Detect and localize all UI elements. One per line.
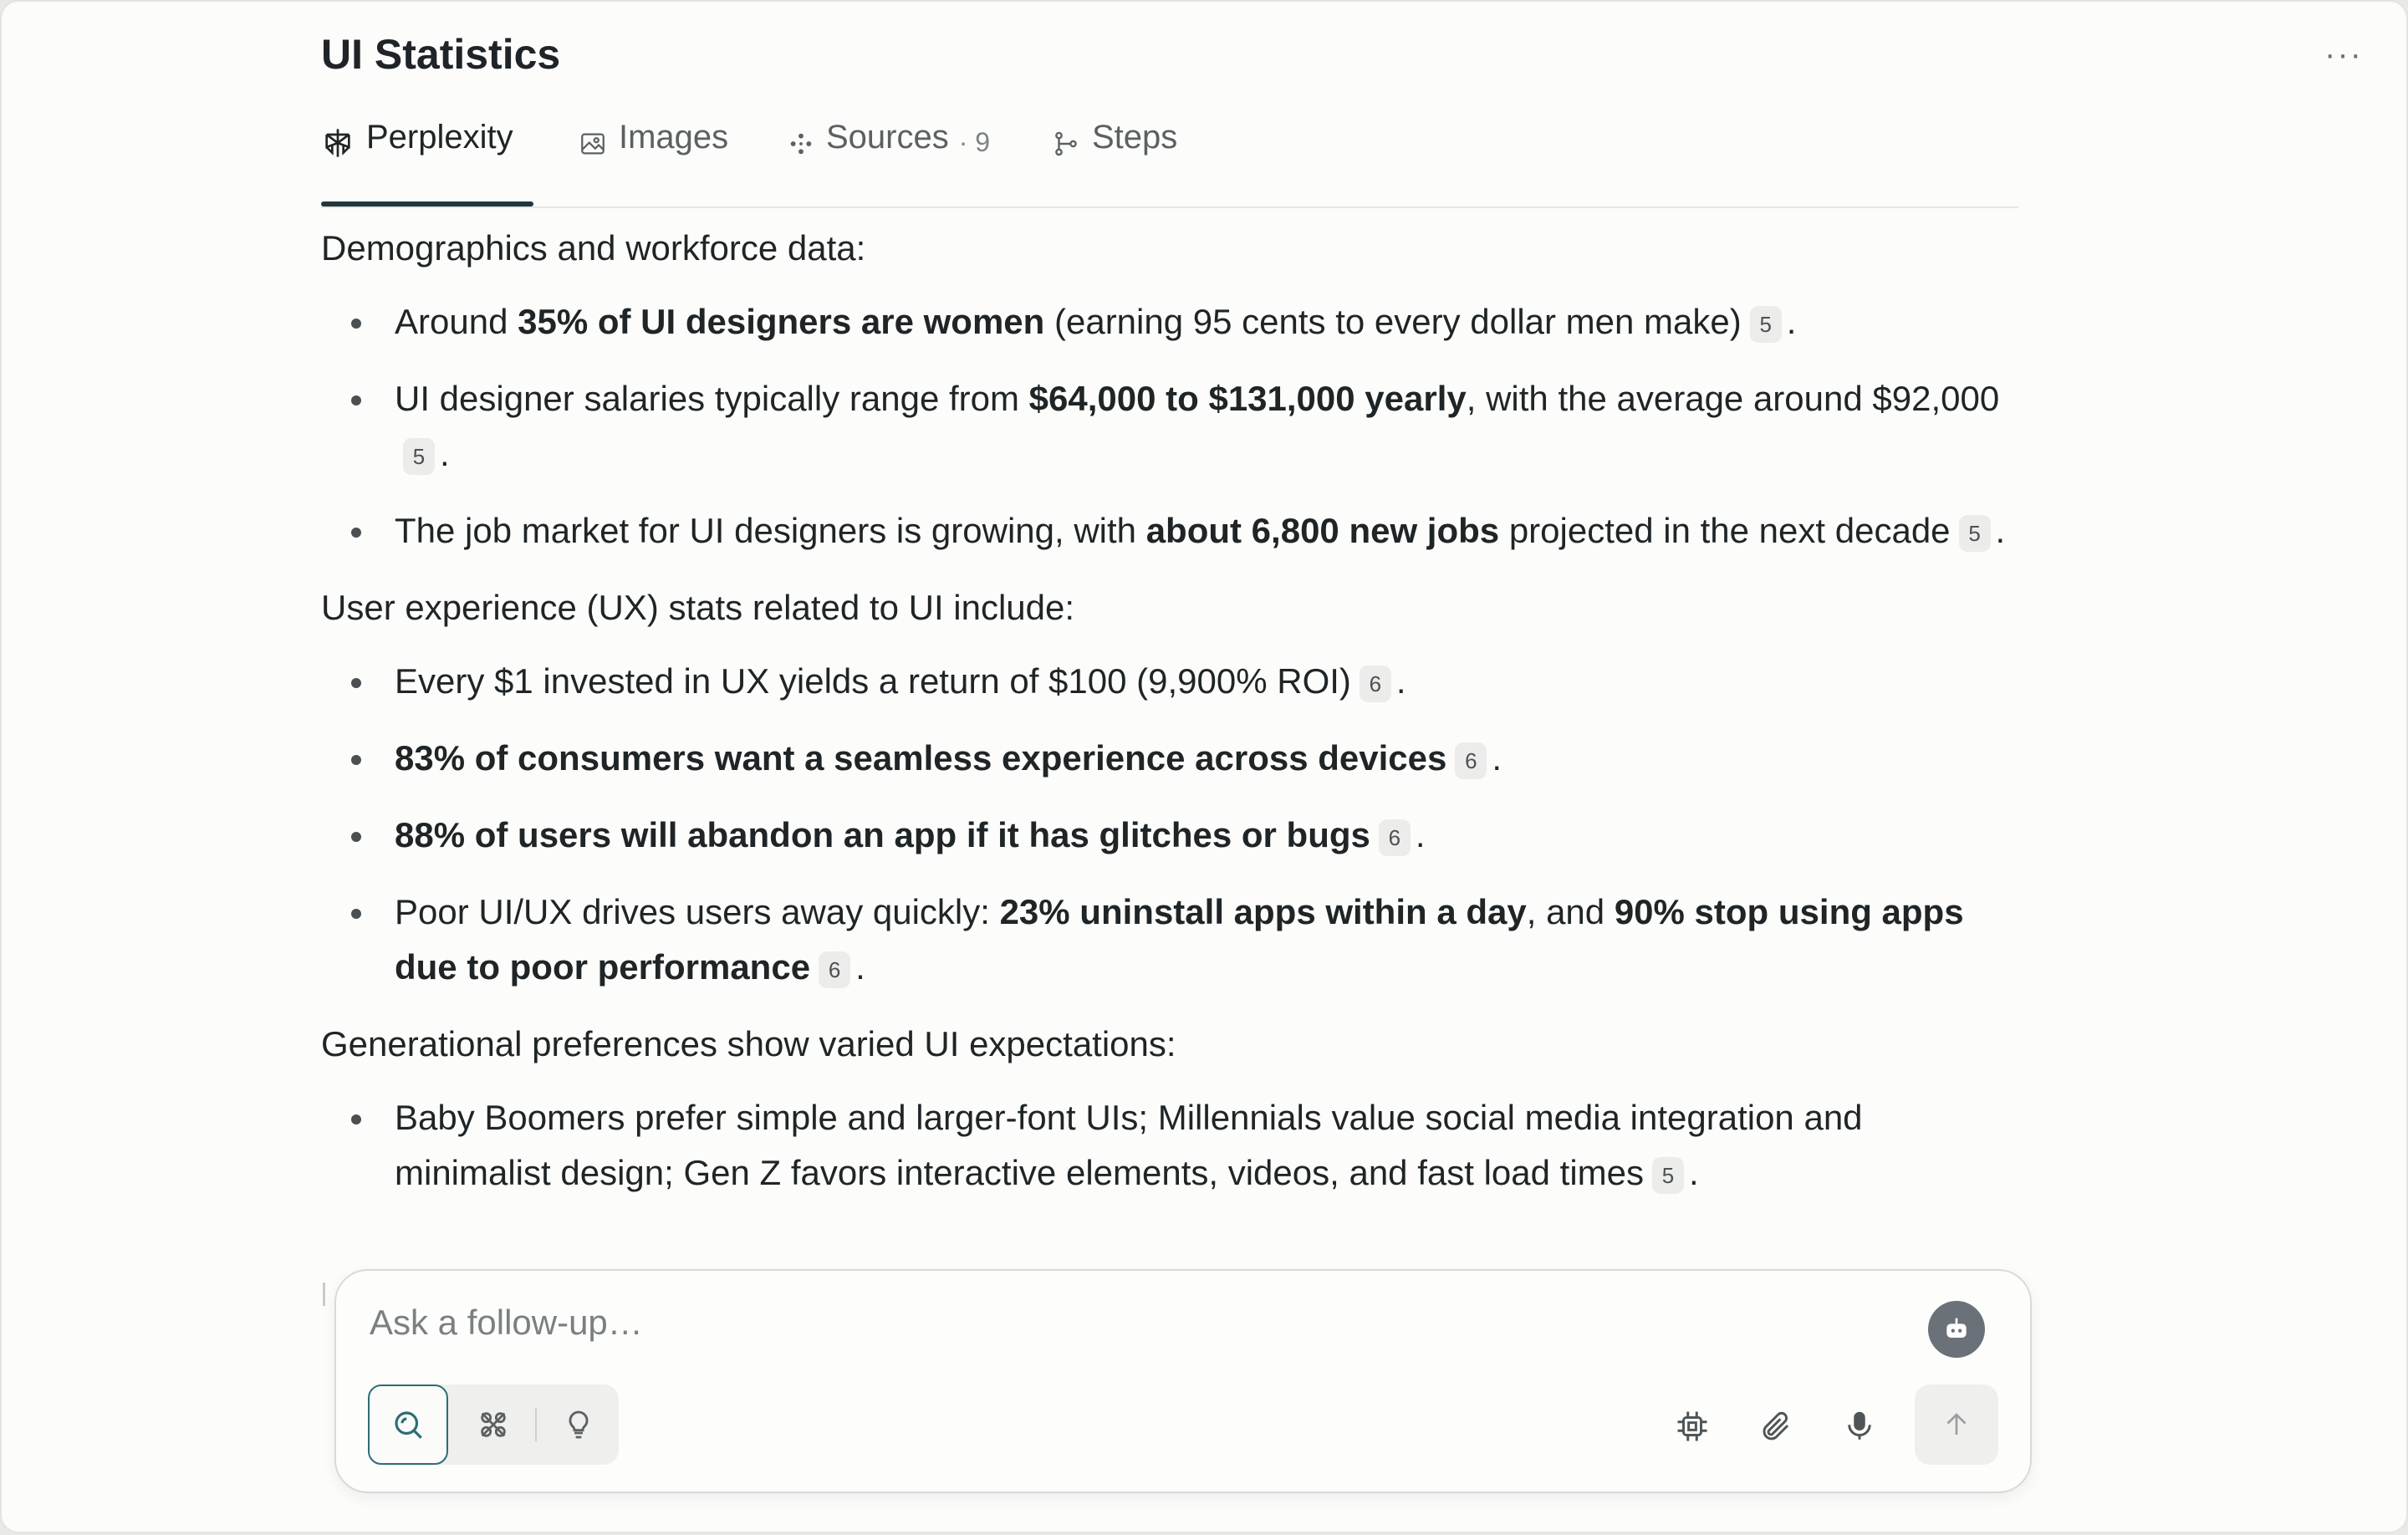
bold-text: 83% of consumers want a seamless experie… <box>395 738 1447 778</box>
more-options-button[interactable]: ··· <box>2324 38 2363 71</box>
text: . <box>1995 511 2006 550</box>
bullet-list: Every $1 invested in UX yields a return … <box>321 654 2018 995</box>
text: Poor UI/UX drives users away quickly: <box>395 892 1000 931</box>
sources-icon <box>790 133 812 155</box>
text: . <box>1689 1153 1699 1192</box>
citation-badge[interactable]: 6 <box>1359 666 1391 702</box>
tab-label: Images <box>619 119 729 156</box>
model-chip-button[interactable] <box>1672 1406 1712 1446</box>
citation-badge[interactable]: 5 <box>1652 1157 1684 1194</box>
section-lead: Generational preferences show varied UI … <box>321 1024 1176 1063</box>
list-item: Poor UI/UX drives users away quickly: 23… <box>351 885 2018 995</box>
steps-icon <box>1055 131 1077 156</box>
bold-text: 35% of UI designers are women <box>518 302 1045 341</box>
tab-perplexity[interactable]: Perplexity <box>321 119 533 207</box>
tab-label: Steps <box>1092 119 1178 156</box>
tab-label: Perplexity <box>366 119 513 156</box>
arrow-up-icon <box>1946 1413 1967 1435</box>
section-lead: Demographics and workforce data: <box>321 228 866 268</box>
text: . <box>1395 661 1406 701</box>
sources-count: · 9 <box>958 127 991 157</box>
mode-research-button[interactable] <box>538 1385 619 1465</box>
answer-body: Demographics and workforce data: Around … <box>321 221 2018 1222</box>
section-lead: User experience (UX) stats related to UI… <box>321 588 1075 627</box>
mode-reasoning-button[interactable] <box>453 1385 533 1465</box>
list-item: 88% of users will abandon an app if it h… <box>351 808 2018 863</box>
image-icon <box>581 133 605 155</box>
page-title: UI Statistics <box>321 31 561 78</box>
tab-bar: Perplexity Images Sources · 9 Steps <box>321 119 2018 208</box>
assistant-model-button[interactable] <box>1928 1301 1985 1358</box>
microphone-icon <box>1848 1411 1871 1440</box>
text: The job market for UI designers is growi… <box>395 511 1146 550</box>
app-window: ··· UI Statistics Perplexity Images Sour… <box>0 0 2408 1533</box>
list-item: UI designer salaries typically range fro… <box>351 371 2018 482</box>
text: , and <box>1526 892 1615 931</box>
citation-badge[interactable]: 5 <box>1749 306 1782 343</box>
search-icon <box>395 1411 422 1439</box>
follow-up-composer <box>334 1269 2032 1493</box>
text: projected in the next decade <box>1499 511 1951 550</box>
perplexity-logo-icon <box>325 129 350 157</box>
text-cursor <box>323 1283 325 1306</box>
robot-icon <box>1946 1318 1967 1338</box>
submit-button[interactable] <box>1915 1385 1998 1465</box>
text: . <box>1492 738 1502 778</box>
tab-label: Sources <box>826 119 949 156</box>
bold-text: 23% uninstall apps within a day <box>999 892 1527 931</box>
bold-text: about 6,800 new jobs <box>1145 511 1500 550</box>
active-tab-indicator <box>321 201 533 207</box>
bold-text: 88% of users will abandon an app if it h… <box>395 815 1370 854</box>
text: Baby Boomers prefer simple and larger-fo… <box>395 1098 1863 1192</box>
tab-images[interactable]: Images <box>579 119 728 205</box>
tab-steps[interactable]: Steps <box>1052 119 1177 205</box>
bold-text: $64,000 to $131,000 yearly <box>1028 379 1467 418</box>
text: . <box>1415 815 1426 854</box>
citation-badge[interactable]: 6 <box>819 951 851 988</box>
reasoning-icon <box>481 1412 506 1437</box>
citation-badge[interactable]: 6 <box>1455 742 1487 779</box>
text: Every $1 invested in UX yields a return … <box>395 661 1351 701</box>
list-item: Baby Boomers prefer simple and larger-fo… <box>351 1090 2018 1201</box>
citation-badge[interactable]: 5 <box>403 438 435 475</box>
voice-input-button[interactable] <box>1839 1406 1880 1446</box>
text: , with the average around $92,000 <box>1466 379 2000 418</box>
citation-badge[interactable]: 6 <box>1378 819 1411 856</box>
list-item: The job market for UI designers is growi… <box>351 503 2018 558</box>
list-item: 83% of consumers want a seamless experie… <box>351 731 2018 786</box>
divider <box>535 1408 537 1441</box>
tab-sources[interactable]: Sources · 9 <box>788 119 990 205</box>
mode-search-button[interactable] <box>368 1385 448 1465</box>
bullet-list: Baby Boomers prefer simple and larger-fo… <box>321 1090 2018 1201</box>
text: UI designer salaries typically range fro… <box>395 379 1029 418</box>
citation-badge[interactable]: 5 <box>1958 515 1991 552</box>
chip-icon <box>1677 1411 1707 1441</box>
follow-up-input[interactable] <box>368 1293 1876 1353</box>
text: . <box>440 434 450 473</box>
list-item: Every $1 invested in UX yields a return … <box>351 654 2018 709</box>
research-lightbulb-icon <box>569 1410 589 1439</box>
list-item: Around 35% of UI designers are women (ea… <box>351 294 2018 349</box>
paperclip-icon <box>1763 1411 1789 1441</box>
bullet-list: Around 35% of UI designers are women (ea… <box>321 294 2018 558</box>
search-mode-selector <box>368 1385 619 1465</box>
text: . <box>855 947 865 987</box>
text: (earning 95 cents to every dollar men ma… <box>1044 302 1742 341</box>
text: Around <box>395 302 518 341</box>
attach-button[interactable] <box>1756 1406 1796 1446</box>
text: . <box>1786 302 1797 341</box>
